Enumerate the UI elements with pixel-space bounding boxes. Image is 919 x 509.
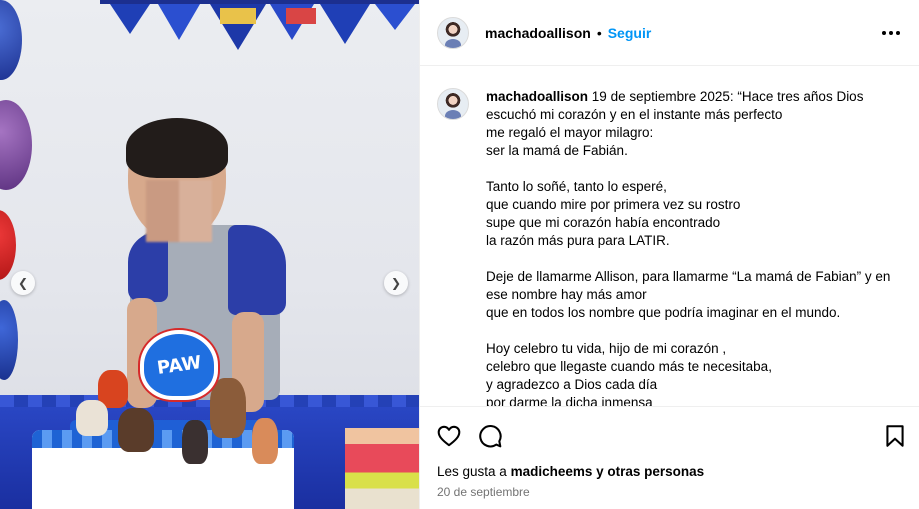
party-bunting: [100, 0, 419, 50]
chevron-right-icon[interactable]: ❯: [384, 271, 408, 295]
caption-section: machadoallison 19 de septiembre 2025: “H…: [420, 66, 919, 406]
actions-bar: Les gusta a madicheems y otras personas …: [420, 406, 919, 509]
chevron-left-icon[interactable]: ❮: [11, 271, 35, 295]
cake-figure: [210, 378, 246, 438]
heart-icon[interactable]: [436, 423, 462, 449]
follow-button[interactable]: Seguir: [608, 25, 652, 41]
bookmark-icon[interactable]: [882, 423, 908, 449]
avatar[interactable]: [437, 16, 469, 49]
post-details-panel: machadoallison • Seguir machadoallison 1…: [419, 0, 919, 509]
caption-body: machadoallison 19 de septiembre 2025: “H…: [486, 88, 904, 406]
cake-figure: [118, 408, 154, 452]
post-photo[interactable]: PAW ❮ ❯: [0, 0, 419, 509]
balloon: [0, 300, 18, 380]
shirt-sleeve: [128, 232, 168, 302]
paw-badge-text: PAW: [155, 351, 203, 379]
child-hair: [126, 118, 228, 178]
shirt-sleeve: [228, 225, 286, 315]
likes-summary: Les gusta a madicheems y otras personas: [437, 464, 704, 479]
cake-figure: [252, 418, 278, 464]
cake-figure: [182, 420, 208, 464]
balloon: [0, 0, 22, 80]
comment-icon[interactable]: [477, 423, 503, 449]
likes-suffix[interactable]: y otras personas: [596, 464, 704, 479]
balloon: [0, 100, 32, 190]
paw-patrol-badge: PAW: [140, 330, 218, 400]
balloon: [0, 210, 16, 280]
post-header: machadoallison • Seguir: [420, 0, 919, 66]
blurred-face: [146, 180, 212, 242]
header-username[interactable]: machadoallison: [485, 25, 591, 41]
gift-boxes: [345, 428, 419, 509]
caption-username[interactable]: machadoallison: [486, 89, 588, 104]
separator-dot: •: [596, 24, 602, 41]
caption-text: 19 de septiembre 2025: “Hace tres años D…: [486, 89, 891, 406]
avatar[interactable]: [437, 88, 469, 120]
likes-prefix: Les gusta a: [437, 464, 507, 479]
post-date[interactable]: 20 de septiembre: [437, 485, 530, 499]
likes-user[interactable]: madicheems: [511, 464, 593, 479]
cake-figure: [76, 400, 108, 436]
more-options-icon[interactable]: [882, 24, 900, 42]
